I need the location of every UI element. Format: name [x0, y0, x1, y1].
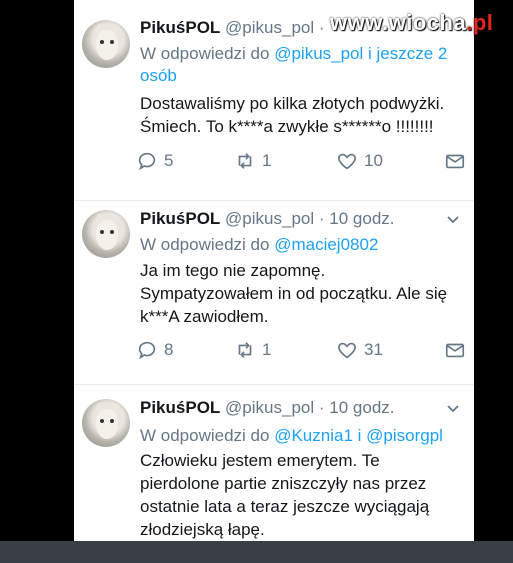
- handle[interactable]: @pikus_pol: [225, 398, 314, 417]
- avatar[interactable]: [82, 399, 130, 447]
- reply-icon: [138, 152, 156, 171]
- tweet-text-line: Sympatyzowałem in od początku. Ale się: [140, 284, 448, 303]
- tweet-header: PikuśPOL @pikus_pol · 10 godz.: [140, 398, 395, 417]
- handle[interactable]: @pikus_pol: [225, 209, 314, 228]
- reply-context: W odpowiedzi do @maciej0802: [140, 234, 470, 256]
- reply-to-link-more[interactable]: osób: [140, 66, 177, 85]
- tweet-text-line: k***A zawiodłem.: [140, 307, 269, 326]
- dm-button[interactable]: [444, 339, 466, 361]
- display-name[interactable]: PikuśPOL: [140, 398, 220, 417]
- heart-icon: [338, 153, 356, 170]
- tweet-text-line: Człowieku jestem emerytem. Te: [140, 451, 380, 470]
- display-name[interactable]: PikuśPOL: [140, 209, 220, 228]
- timestamp[interactable]: 10 godz.: [329, 398, 394, 417]
- tweet-text: Człowieku jestem emerytem. Te pierdolone…: [140, 449, 470, 541]
- tweet-actions: 5 1 10: [136, 150, 466, 174]
- tweet-2[interactable]: PikuśPOL @pikus_pol · 10 godz. W odpowie…: [74, 201, 474, 384]
- retweet-icon: [238, 342, 252, 358]
- tweet-header: PikuśPOL @pikus_pol · 10 godz.: [140, 209, 395, 228]
- reply-prefix: W odpowiedzi do: [140, 235, 270, 254]
- bottom-bar: [0, 541, 513, 563]
- tweet-text-line: Śmiech. To k****a zwykłe s******o !!!!!!…: [140, 117, 434, 136]
- retweet-button[interactable]: 1: [234, 339, 271, 361]
- reply-context: W odpowiedzi do @pikus_pol i jeszcze 2 o…: [140, 43, 470, 87]
- reply-prefix: W odpowiedzi do: [140, 44, 270, 63]
- display-name[interactable]: PikuśPOL: [140, 18, 220, 37]
- chevron-down-icon[interactable]: [446, 402, 460, 416]
- watermark-main: www.wiocha: [330, 10, 467, 35]
- retweet-count: 1: [262, 151, 272, 170]
- tweet-text-line: złodziejską łapę.: [140, 520, 265, 539]
- tweet-text: Dostawaliśmy po kilka złotych podwyżki. …: [140, 92, 470, 138]
- chevron-down-icon[interactable]: [446, 213, 460, 227]
- tweet-text-line: pierdolone partie zniszczyły nas przez: [140, 474, 427, 493]
- envelope-icon: [445, 154, 465, 169]
- heart-icon: [338, 342, 356, 359]
- like-button[interactable]: 10: [336, 150, 383, 172]
- envelope-icon: [445, 343, 465, 358]
- watermark-ext: .pl: [466, 10, 494, 35]
- reply-button[interactable]: 5: [136, 150, 173, 172]
- reply-count: 8: [164, 340, 174, 359]
- reply-icon: [138, 341, 156, 360]
- timestamp[interactable]: 10 godz.: [329, 209, 394, 228]
- site-watermark: www.wiocha.pl: [330, 10, 493, 36]
- retweet-button[interactable]: 1: [234, 150, 271, 172]
- reply-to-link[interactable]: @pisorgpl: [366, 426, 443, 445]
- timeline-panel: PikuśPOL @pikus_pol · W odpowiedzi do @p…: [74, 0, 474, 541]
- retweet-count: 1: [262, 340, 272, 359]
- like-button[interactable]: 31: [336, 339, 383, 361]
- tweet-3[interactable]: PikuśPOL @pikus_pol · 10 godz. W odpowie…: [74, 385, 474, 541]
- like-count: 31: [364, 340, 383, 359]
- tweet-header: PikuśPOL @pikus_pol ·: [140, 18, 325, 37]
- reply-to-link[interactable]: @pikus_pol i jeszcze 2: [274, 44, 447, 63]
- tweet-text-line: Dostawaliśmy po kilka złotych podwyżki.: [140, 94, 445, 113]
- reply-joiner: i: [357, 426, 362, 445]
- tweet-actions: 8 1 31: [136, 339, 466, 363]
- reply-count: 5: [164, 151, 174, 170]
- reply-button[interactable]: 8: [136, 339, 173, 361]
- avatar[interactable]: [82, 20, 130, 68]
- reply-to-link[interactable]: @maciej0802: [274, 235, 378, 254]
- reply-prefix: W odpowiedzi do: [140, 426, 270, 445]
- tweet-text-line: ostatnie lata a teraz jeszcze wyciągają: [140, 497, 430, 516]
- reply-to-link[interactable]: @Kuznia1: [274, 426, 353, 445]
- handle[interactable]: @pikus_pol: [225, 18, 314, 37]
- dm-button[interactable]: [444, 150, 466, 172]
- tweet-text-line: Ja im tego nie zapomnę.: [140, 261, 326, 280]
- retweet-icon: [238, 153, 252, 169]
- like-count: 10: [364, 151, 383, 170]
- avatar[interactable]: [82, 210, 130, 258]
- reply-context: W odpowiedzi do @Kuznia1 i @pisorgpl: [140, 425, 470, 447]
- tweet-text: Ja im tego nie zapomnę. Sympatyzowałem i…: [140, 259, 470, 328]
